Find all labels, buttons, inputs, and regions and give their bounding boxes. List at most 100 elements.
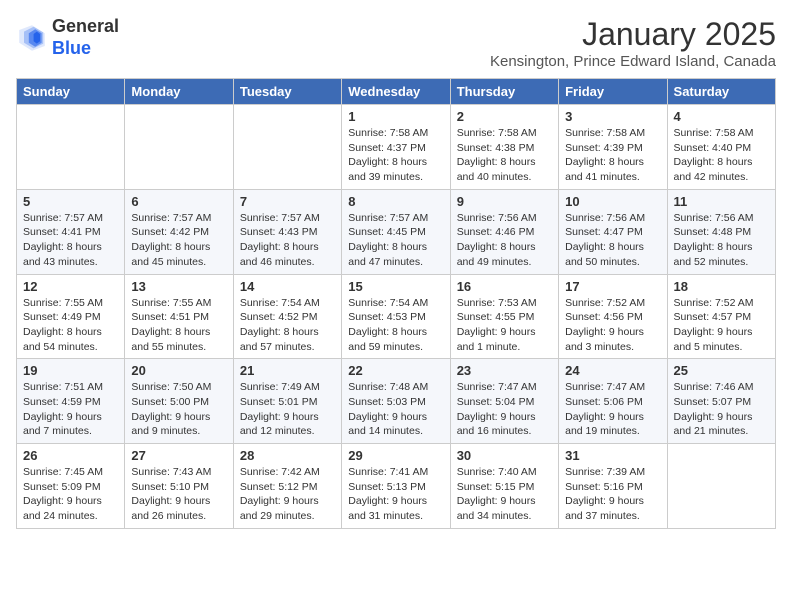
day-number: 24 bbox=[565, 363, 660, 378]
day-number: 28 bbox=[240, 448, 335, 463]
day-number: 9 bbox=[457, 194, 552, 209]
day-number: 4 bbox=[674, 109, 769, 124]
day-number: 23 bbox=[457, 363, 552, 378]
cell-content: Sunrise: 7:46 AM Sunset: 5:07 PM Dayligh… bbox=[674, 380, 769, 439]
day-number: 10 bbox=[565, 194, 660, 209]
calendar-cell: 7 Sunrise: 7:57 AM Sunset: 4:43 PM Daylig… bbox=[233, 189, 341, 274]
cell-content: Sunrise: 7:57 AM Sunset: 4:42 PM Dayligh… bbox=[131, 211, 226, 270]
calendar-cell: 19 Sunrise: 7:51 AM Sunset: 4:59 PM Dayli… bbox=[17, 359, 125, 444]
cell-content: Sunrise: 7:50 AM Sunset: 5:00 PM Dayligh… bbox=[131, 380, 226, 439]
calendar-cell: 13 Sunrise: 7:55 AM Sunset: 4:51 PM Dayli… bbox=[125, 274, 233, 359]
day-number: 20 bbox=[131, 363, 226, 378]
cell-content: Sunrise: 7:43 AM Sunset: 5:10 PM Dayligh… bbox=[131, 465, 226, 524]
calendar-cell: 6 Sunrise: 7:57 AM Sunset: 4:42 PM Daylig… bbox=[125, 189, 233, 274]
logo-general-text: General bbox=[52, 16, 119, 36]
calendar-cell bbox=[233, 105, 341, 190]
calendar-cell: 23 Sunrise: 7:47 AM Sunset: 5:04 PM Dayli… bbox=[450, 359, 558, 444]
day-number: 27 bbox=[131, 448, 226, 463]
day-number: 13 bbox=[131, 279, 226, 294]
calendar-cell: 26 Sunrise: 7:45 AM Sunset: 5:09 PM Dayli… bbox=[17, 444, 125, 529]
calendar-cell: 9 Sunrise: 7:56 AM Sunset: 4:46 PM Daylig… bbox=[450, 189, 558, 274]
calendar-cell: 22 Sunrise: 7:48 AM Sunset: 5:03 PM Dayli… bbox=[342, 359, 450, 444]
calendar-cell: 5 Sunrise: 7:57 AM Sunset: 4:41 PM Daylig… bbox=[17, 189, 125, 274]
calendar-week-row: 5 Sunrise: 7:57 AM Sunset: 4:41 PM Daylig… bbox=[17, 189, 776, 274]
calendar-cell: 25 Sunrise: 7:46 AM Sunset: 5:07 PM Dayli… bbox=[667, 359, 775, 444]
logo-icon bbox=[16, 22, 48, 54]
calendar-cell: 17 Sunrise: 7:52 AM Sunset: 4:56 PM Dayli… bbox=[559, 274, 667, 359]
calendar-cell: 31Sunrise: 7:39 AM Sunset: 5:16 PM Dayli… bbox=[559, 444, 667, 529]
day-number: 18 bbox=[674, 279, 769, 294]
cell-content: Sunrise: 7:57 AM Sunset: 4:43 PM Dayligh… bbox=[240, 211, 335, 270]
calendar-cell: 24 Sunrise: 7:47 AM Sunset: 5:06 PM Dayli… bbox=[559, 359, 667, 444]
calendar-cell: 8Sunrise: 7:57 AM Sunset: 4:45 PM Daylig… bbox=[342, 189, 450, 274]
day-number: 3 bbox=[565, 109, 660, 124]
cell-content: Sunrise: 7:56 AM Sunset: 4:46 PM Dayligh… bbox=[457, 211, 552, 270]
month-title: January 2025 bbox=[490, 16, 776, 53]
cell-content: Sunrise: 7:42 AM Sunset: 5:12 PM Dayligh… bbox=[240, 465, 335, 524]
cell-content: Sunrise: 7:58 AM Sunset: 4:38 PM Dayligh… bbox=[457, 126, 552, 185]
calendar-table: SundayMondayTuesdayWednesdayThursdayFrid… bbox=[16, 78, 776, 529]
day-number: 29 bbox=[348, 448, 443, 463]
cell-content: Sunrise: 7:58 AM Sunset: 4:39 PM Dayligh… bbox=[565, 126, 660, 185]
logo: General Blue bbox=[16, 16, 119, 59]
title-block: January 2025 Kensington, Prince Edward I… bbox=[490, 16, 776, 70]
day-number: 21 bbox=[240, 363, 335, 378]
day-number: 19 bbox=[23, 363, 118, 378]
calendar-cell bbox=[17, 105, 125, 190]
day-number: 1 bbox=[348, 109, 443, 124]
calendar-cell: 18 Sunrise: 7:52 AM Sunset: 4:57 PM Dayli… bbox=[667, 274, 775, 359]
column-header-wednesday: Wednesday bbox=[342, 79, 450, 105]
day-number: 15 bbox=[348, 279, 443, 294]
calendar-cell: 21 Sunrise: 7:49 AM Sunset: 5:01 PM Dayli… bbox=[233, 359, 341, 444]
day-number: 5 bbox=[23, 194, 118, 209]
cell-content: Sunrise: 7:52 AM Sunset: 4:56 PM Dayligh… bbox=[565, 296, 660, 355]
cell-content: Sunrise: 7:47 AM Sunset: 5:04 PM Dayligh… bbox=[457, 380, 552, 439]
cell-content: Sunrise: 7:51 AM Sunset: 4:59 PM Dayligh… bbox=[23, 380, 118, 439]
calendar-cell bbox=[667, 444, 775, 529]
cell-content: Sunrise: 7:47 AM Sunset: 5:06 PM Dayligh… bbox=[565, 380, 660, 439]
day-number: 6 bbox=[131, 194, 226, 209]
calendar-cell: 15Sunrise: 7:54 AM Sunset: 4:53 PM Dayli… bbox=[342, 274, 450, 359]
calendar-cell: 14Sunrise: 7:54 AM Sunset: 4:52 PM Dayli… bbox=[233, 274, 341, 359]
day-number: 25 bbox=[674, 363, 769, 378]
day-number: 14 bbox=[240, 279, 335, 294]
cell-content: Sunrise: 7:45 AM Sunset: 5:09 PM Dayligh… bbox=[23, 465, 118, 524]
day-number: 7 bbox=[240, 194, 335, 209]
column-header-tuesday: Tuesday bbox=[233, 79, 341, 105]
calendar-week-row: 12Sunrise: 7:55 AM Sunset: 4:49 PM Dayli… bbox=[17, 274, 776, 359]
calendar-cell: 2Sunrise: 7:58 AM Sunset: 4:38 PM Daylig… bbox=[450, 105, 558, 190]
day-number: 22 bbox=[348, 363, 443, 378]
cell-content: Sunrise: 7:49 AM Sunset: 5:01 PM Dayligh… bbox=[240, 380, 335, 439]
day-number: 26 bbox=[23, 448, 118, 463]
day-number: 8 bbox=[348, 194, 443, 209]
column-header-saturday: Saturday bbox=[667, 79, 775, 105]
calendar-cell: 29 Sunrise: 7:41 AM Sunset: 5:13 PM Dayli… bbox=[342, 444, 450, 529]
cell-content: Sunrise: 7:55 AM Sunset: 4:49 PM Dayligh… bbox=[23, 296, 118, 355]
cell-content: Sunrise: 7:56 AM Sunset: 4:47 PM Dayligh… bbox=[565, 211, 660, 270]
cell-content: Sunrise: 7:48 AM Sunset: 5:03 PM Dayligh… bbox=[348, 380, 443, 439]
cell-content: Sunrise: 7:40 AM Sunset: 5:15 PM Dayligh… bbox=[457, 465, 552, 524]
cell-content: Sunrise: 7:57 AM Sunset: 4:41 PM Dayligh… bbox=[23, 211, 118, 270]
calendar-week-row: 19 Sunrise: 7:51 AM Sunset: 4:59 PM Dayli… bbox=[17, 359, 776, 444]
cell-content: Sunrise: 7:56 AM Sunset: 4:48 PM Dayligh… bbox=[674, 211, 769, 270]
column-header-sunday: Sunday bbox=[17, 79, 125, 105]
calendar-cell: 10 Sunrise: 7:56 AM Sunset: 4:47 PM Dayli… bbox=[559, 189, 667, 274]
day-number: 30 bbox=[457, 448, 552, 463]
day-number: 31 bbox=[565, 448, 660, 463]
calendar-week-row: 26 Sunrise: 7:45 AM Sunset: 5:09 PM Dayli… bbox=[17, 444, 776, 529]
location-text: Kensington, Prince Edward Island, Canada bbox=[490, 53, 776, 70]
calendar-cell: 16Sunrise: 7:53 AM Sunset: 4:55 PM Dayli… bbox=[450, 274, 558, 359]
day-number: 11 bbox=[674, 194, 769, 209]
column-header-thursday: Thursday bbox=[450, 79, 558, 105]
calendar-cell: 27 Sunrise: 7:43 AM Sunset: 5:10 PM Dayli… bbox=[125, 444, 233, 529]
page-header: General Blue January 2025 Kensington, Pr… bbox=[16, 16, 776, 70]
cell-content: Sunrise: 7:41 AM Sunset: 5:13 PM Dayligh… bbox=[348, 465, 443, 524]
calendar-cell: 3 Sunrise: 7:58 AM Sunset: 4:39 PM Daylig… bbox=[559, 105, 667, 190]
calendar-header-row: SundayMondayTuesdayWednesdayThursdayFrid… bbox=[17, 79, 776, 105]
column-header-friday: Friday bbox=[559, 79, 667, 105]
cell-content: Sunrise: 7:55 AM Sunset: 4:51 PM Dayligh… bbox=[131, 296, 226, 355]
cell-content: Sunrise: 7:52 AM Sunset: 4:57 PM Dayligh… bbox=[674, 296, 769, 355]
day-number: 17 bbox=[565, 279, 660, 294]
calendar-week-row: 1Sunrise: 7:58 AM Sunset: 4:37 PM Daylig… bbox=[17, 105, 776, 190]
day-number: 16 bbox=[457, 279, 552, 294]
